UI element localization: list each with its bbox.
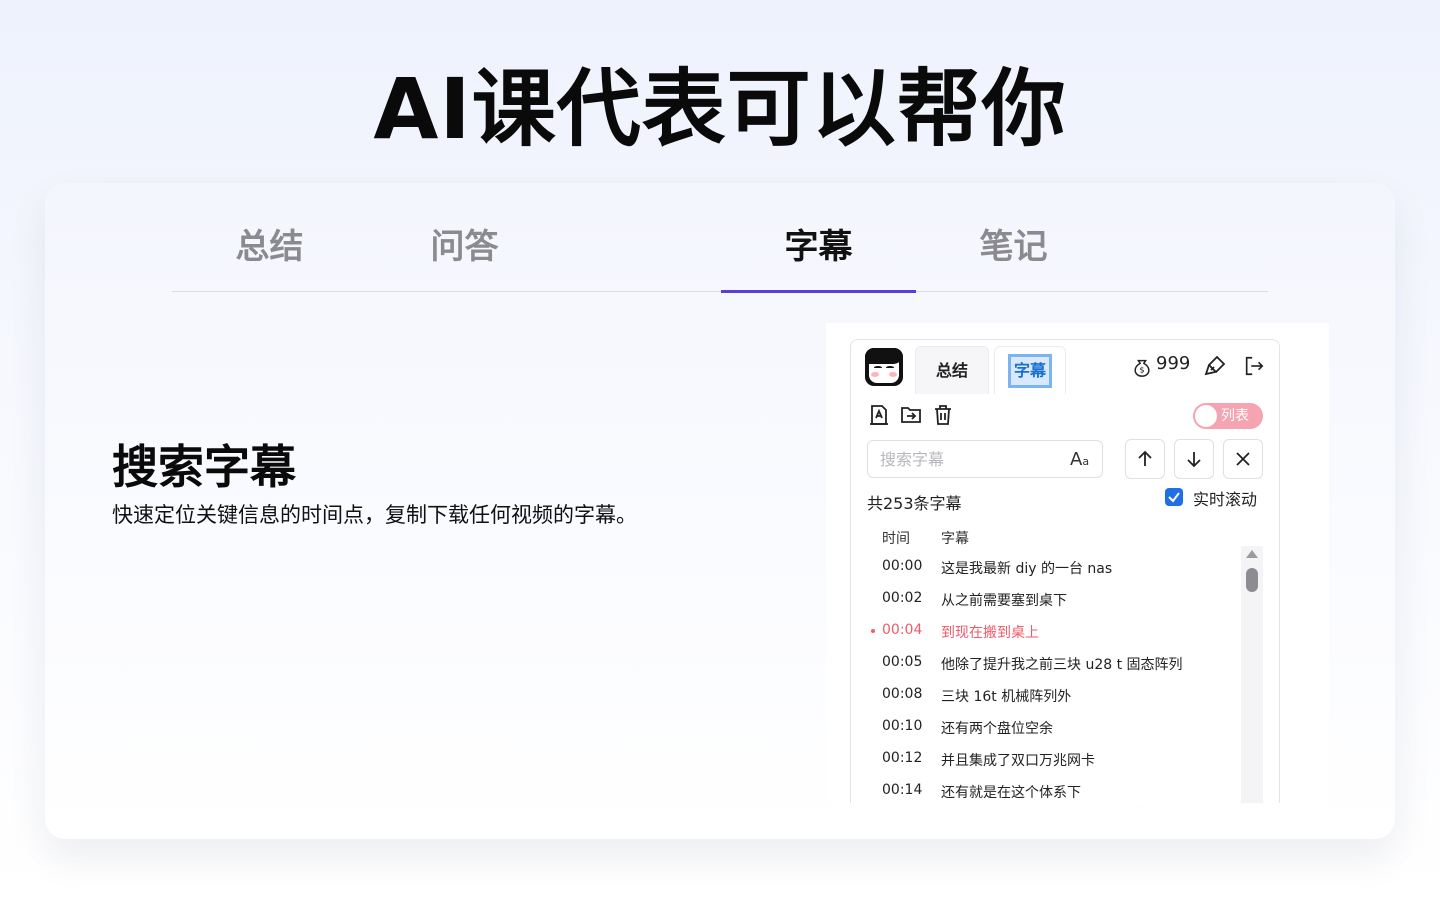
column-header-subtitle: 字幕 <box>941 531 969 547</box>
arrow-down-icon <box>1187 452 1201 468</box>
subtitle-list: 00:00 这是我最新 diy 的一台 nas 00:02 从之前需要塞到桌下 00:0… <box>851 558 1241 803</box>
feature-tabs: 总结 问答 字幕 笔记 <box>172 217 1268 293</box>
feature-card: 总结 问答 字幕 笔记 搜索字幕 快速定位关键信息的时间点，复制下载任何视频的字… <box>45 183 1395 839</box>
svg-text:$: $ <box>1139 365 1144 375</box>
subtitle-time: 00:02 <box>882 590 923 606</box>
current-indicator-dot <box>871 629 875 633</box>
toggle-knob <box>1195 405 1217 427</box>
check-icon <box>1168 492 1180 503</box>
subtitle-time: 00:05 <box>882 654 923 670</box>
feature-description: 快速定位关键信息的时间点，复制下载任何视频的字幕。 <box>112 503 637 527</box>
subtitle-row[interactable]: 00:08 三块 16t 机械阵列外 <box>851 686 1241 718</box>
font-size-icon[interactable]: Aa <box>1070 449 1089 470</box>
coin-count: 999 <box>1156 353 1191 374</box>
panel-tab-subtitles[interactable]: 字幕 <box>994 346 1066 394</box>
panel-header: 总结 字幕 $ 999 <box>851 340 1279 394</box>
subtitle-panel: 总结 字幕 $ 999 列表 搜索字幕 Aa 共253条字幕 实时滚动 时间 字… <box>850 339 1280 803</box>
subtitle-text: 这是我最新 diy 的一台 nas <box>941 561 1113 577</box>
subtitle-text: 他除了提升我之前三块 u28 t 固态阵列 <box>941 657 1183 673</box>
close-icon <box>1236 452 1250 466</box>
clear-search-button[interactable] <box>1223 439 1263 479</box>
coin-icon: $ <box>1134 359 1150 377</box>
subtitle-count: 共253条字幕 <box>867 494 962 513</box>
export-icon[interactable] <box>867 403 891 427</box>
subtitle-time: 00:10 <box>882 718 923 734</box>
subtitle-text: 从之前需要塞到桌下 <box>941 593 1067 609</box>
prev-match-button[interactable] <box>1125 439 1165 479</box>
panel-tab-summary[interactable]: 总结 <box>915 346 989 394</box>
toggle-label: 列表 <box>1221 408 1249 424</box>
subtitle-time: 00:14 <box>882 782 923 798</box>
arrow-up-icon <box>1138 450 1152 466</box>
tab-subtitles[interactable]: 字幕 <box>721 217 916 293</box>
live-scroll-checkbox[interactable] <box>1165 488 1183 506</box>
next-match-button[interactable] <box>1174 439 1214 479</box>
subtitle-time: 00:12 <box>882 750 923 766</box>
search-box: Aa <box>867 440 1103 478</box>
panel-tab-subtitles-label: 字幕 <box>1007 354 1053 388</box>
subtitle-time: 00:04 <box>882 622 923 638</box>
subtitle-text: 还有两个盘位空余 <box>941 721 1053 737</box>
tab-notes[interactable]: 笔记 <box>916 217 1111 292</box>
subtitle-time: 00:08 <box>882 686 923 702</box>
folder-icon[interactable] <box>899 403 923 427</box>
subtitle-text: 并且集成了双口万兆网卡 <box>941 753 1095 769</box>
subtitle-text: 还有就是在这个体系下 <box>941 785 1081 801</box>
subtitle-row-current[interactable]: 00:04 到现在搬到桌上 <box>851 622 1241 654</box>
tab-qa[interactable]: 问答 <box>367 217 562 292</box>
subtitle-scrollbar[interactable] <box>1241 546 1263 803</box>
feature-title: 搜索字幕 <box>112 440 296 494</box>
trash-icon[interactable] <box>931 403 955 427</box>
subtitle-text: 到现在搬到桌上 <box>941 625 1039 641</box>
subtitle-row[interactable]: 00:10 还有两个盘位空余 <box>851 718 1241 750</box>
column-header-time: 时间 <box>882 531 910 547</box>
subtitle-row[interactable]: 00:02 从之前需要塞到桌下 <box>851 590 1241 622</box>
tab-summary[interactable]: 总结 <box>172 217 367 292</box>
search-input[interactable] <box>880 441 1060 477</box>
app-logo-icon <box>865 348 903 386</box>
subtitle-row[interactable]: 00:05 他除了提升我之前三块 u28 t 固态阵列 <box>851 654 1241 686</box>
plugin-mockup: 总结 字幕 $ 999 列表 搜索字幕 Aa 共253条字幕 实时滚动 时间 字… <box>826 323 1329 803</box>
subtitle-text: 三块 16t 机械阵列外 <box>941 689 1072 705</box>
live-scroll-label: 实时滚动 <box>1193 490 1258 509</box>
scroll-thumb[interactable] <box>1246 568 1258 592</box>
logout-icon[interactable] <box>1243 355 1265 377</box>
subtitle-row[interactable]: 00:14 还有就是在这个体系下 <box>851 782 1241 803</box>
subtitle-row[interactable]: 00:12 并且集成了双口万兆网卡 <box>851 750 1241 782</box>
list-toggle[interactable]: 列表 <box>1193 403 1263 429</box>
brush-icon[interactable] <box>1203 354 1227 378</box>
subtitle-row[interactable]: 00:00 这是我最新 diy 的一台 nas <box>851 558 1241 590</box>
subtitle-time: 00:00 <box>882 558 923 574</box>
scroll-up-arrow[interactable] <box>1246 550 1258 558</box>
page-title: AI课代表可以帮你 <box>373 60 1067 158</box>
